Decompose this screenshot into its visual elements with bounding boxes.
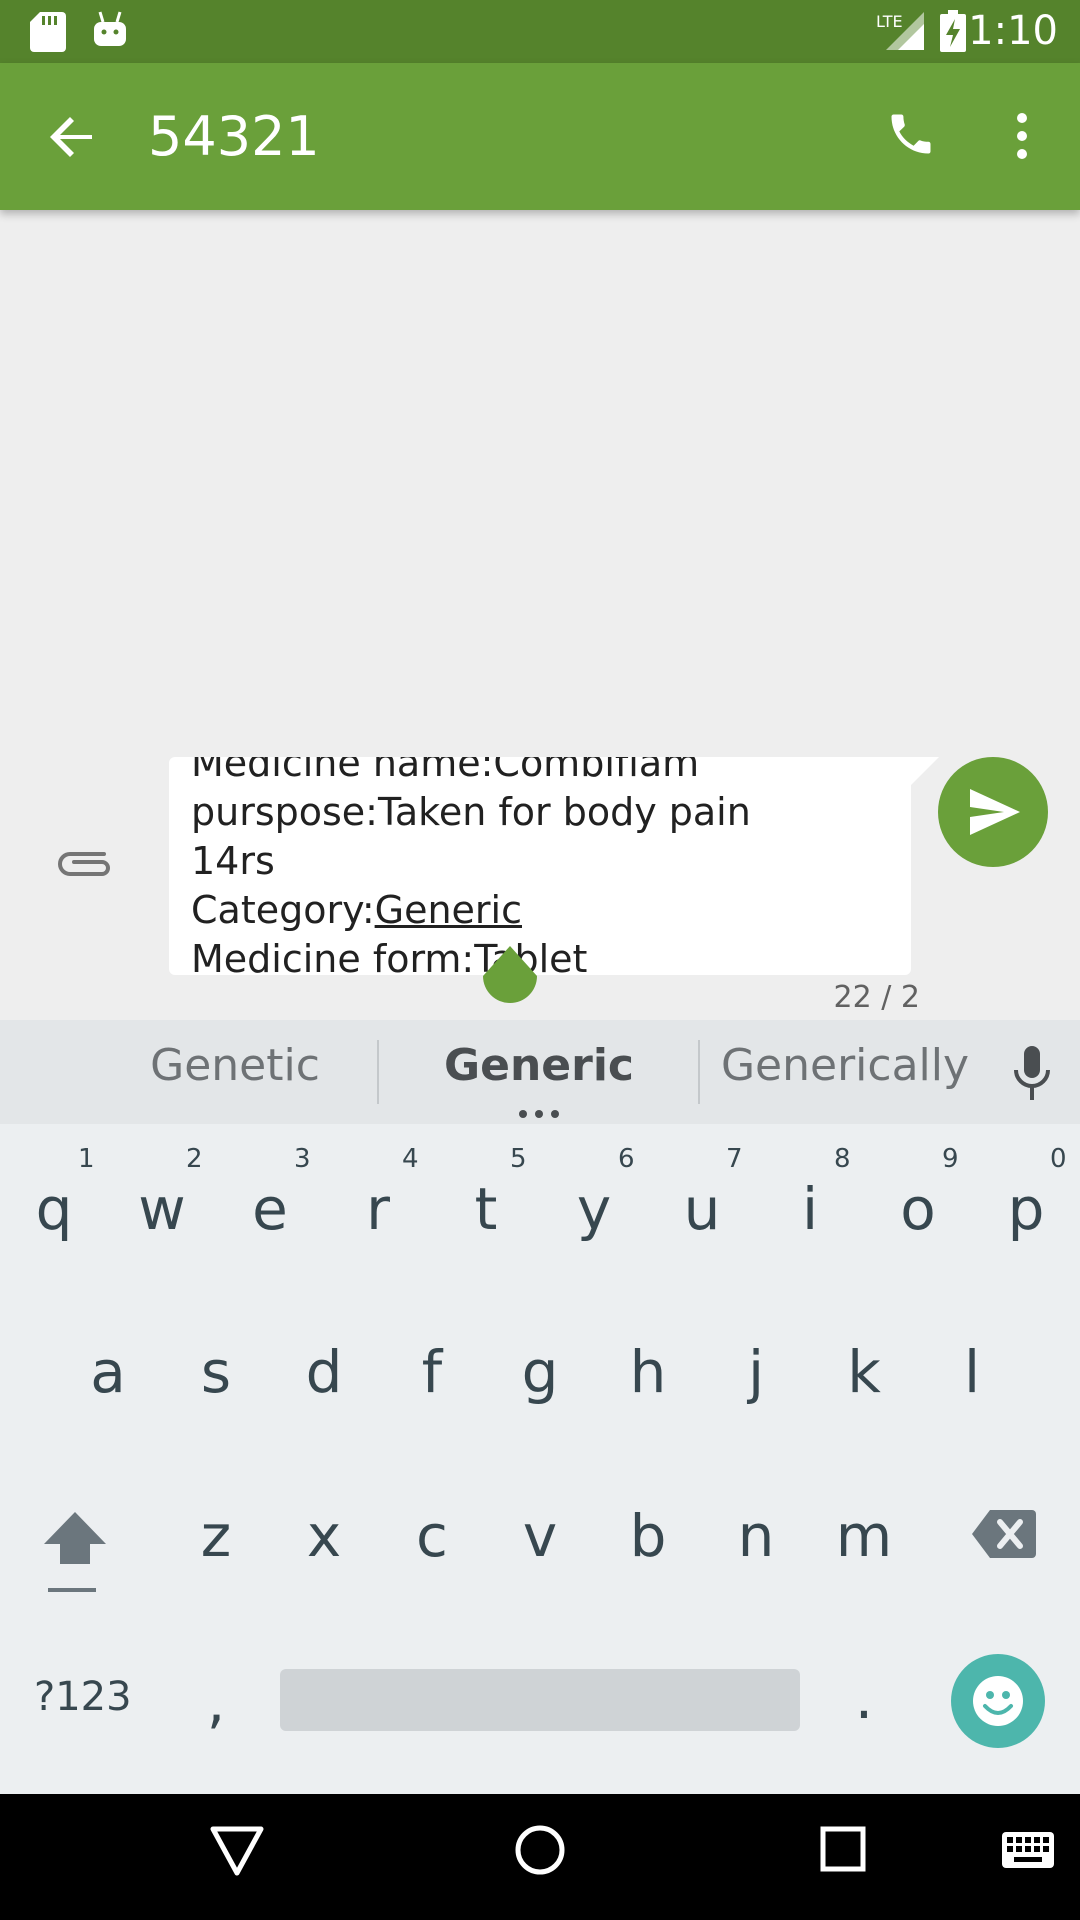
message-line: pursposе:Taken for body pain: [191, 790, 751, 834]
keyboard-switch-icon[interactable]: [1002, 1832, 1054, 1868]
key-r[interactable]: r: [338, 1175, 418, 1243]
key-o[interactable]: o: [878, 1175, 958, 1243]
clock: 1:10: [968, 8, 1058, 54]
app-bar: 54321: [0, 63, 1080, 210]
send-icon: [970, 789, 1020, 835]
battery-charging-icon: [940, 10, 966, 52]
key-w[interactable]: w: [122, 1175, 202, 1243]
key-u[interactable]: u: [662, 1175, 742, 1243]
key-m[interactable]: m: [824, 1502, 904, 1570]
message-line: Category:: [191, 888, 375, 932]
signal-icon: [886, 12, 924, 50]
key-f[interactable]: f: [392, 1338, 472, 1406]
message-line: 14rs: [191, 839, 275, 883]
key-hint: 3: [294, 1144, 311, 1174]
suggestion-center[interactable]: Generic: [410, 1040, 668, 1091]
key-d[interactable]: d: [284, 1338, 364, 1406]
key-p[interactable]: p: [986, 1175, 1066, 1243]
status-bar: LTE 1:10: [0, 0, 1080, 63]
key-h[interactable]: h: [608, 1338, 688, 1406]
character-counter: 22 / 2: [833, 980, 920, 1015]
key-v[interactable]: v: [500, 1502, 580, 1570]
suggestion-divider: [698, 1040, 700, 1104]
text-cursor-handle[interactable]: [483, 946, 537, 1006]
suggestion-divider: [377, 1040, 379, 1104]
comma-key[interactable]: ,: [176, 1668, 256, 1736]
send-button[interactable]: [938, 757, 1048, 867]
key-hint: 8: [834, 1144, 851, 1174]
key-hint: 1: [78, 1144, 95, 1174]
key-hint: 4: [402, 1144, 419, 1174]
attach-icon[interactable]: [56, 846, 116, 886]
home-nav-icon[interactable]: [514, 1824, 566, 1876]
mic-icon[interactable]: [1012, 1046, 1052, 1102]
more-suggestions-icon[interactable]: [518, 1110, 560, 1118]
key-q[interactable]: q: [14, 1175, 94, 1243]
key-hint: 0: [1050, 1144, 1067, 1174]
navigation-bar: [0, 1794, 1080, 1920]
back-nav-icon[interactable]: [210, 1826, 264, 1876]
key-b[interactable]: b: [608, 1502, 688, 1570]
back-arrow-icon[interactable]: [48, 113, 96, 161]
key-a[interactable]: a: [68, 1338, 148, 1406]
more-vert-icon[interactable]: [1010, 111, 1034, 161]
key-y[interactable]: y: [554, 1175, 634, 1243]
key-hint: 2: [186, 1144, 203, 1174]
key-hint: 6: [618, 1144, 635, 1174]
key-i[interactable]: i: [770, 1175, 850, 1243]
key-g[interactable]: g: [500, 1338, 580, 1406]
key-l[interactable]: l: [932, 1338, 1012, 1406]
android-icon: [94, 11, 126, 46]
space-bar[interactable]: [280, 1669, 800, 1731]
message-line: Medicine name:Combiflam: [191, 757, 700, 785]
key-k[interactable]: k: [824, 1338, 904, 1406]
recents-nav-icon[interactable]: [820, 1826, 866, 1872]
key-j[interactable]: j: [716, 1338, 796, 1406]
symbols-key[interactable]: ?123: [34, 1674, 132, 1720]
key-hint: 5: [510, 1144, 527, 1174]
key-x[interactable]: x: [284, 1502, 364, 1570]
key-hint: 9: [942, 1144, 959, 1174]
sd-card-icon: [30, 12, 66, 52]
key-c[interactable]: c: [392, 1502, 472, 1570]
composing-word: Generic: [374, 888, 522, 932]
key-n[interactable]: n: [716, 1502, 796, 1570]
key-t[interactable]: t: [446, 1175, 526, 1243]
message-input[interactable]: Medicine name:Combiflam pursposе:Taken f…: [169, 757, 911, 975]
backspace-icon[interactable]: [972, 1510, 1036, 1558]
key-s[interactable]: s: [176, 1338, 256, 1406]
key-hint: 7: [726, 1144, 743, 1174]
shift-icon[interactable]: [44, 1508, 106, 1596]
suggestion-right[interactable]: Generically: [720, 1040, 970, 1091]
conversation-title: 54321: [148, 105, 320, 168]
phone-icon[interactable]: [885, 108, 937, 160]
bubble-tail: [905, 757, 939, 791]
emoji-icon: [973, 1676, 1023, 1726]
key-e[interactable]: e: [230, 1175, 310, 1243]
key-z[interactable]: z: [176, 1502, 256, 1570]
message-text[interactable]: Medicine name:Combiflam pursposе:Taken f…: [191, 757, 891, 975]
suggestion-left[interactable]: Genetic: [110, 1040, 360, 1091]
period-key[interactable]: .: [824, 1664, 904, 1732]
emoji-button[interactable]: [951, 1654, 1045, 1748]
